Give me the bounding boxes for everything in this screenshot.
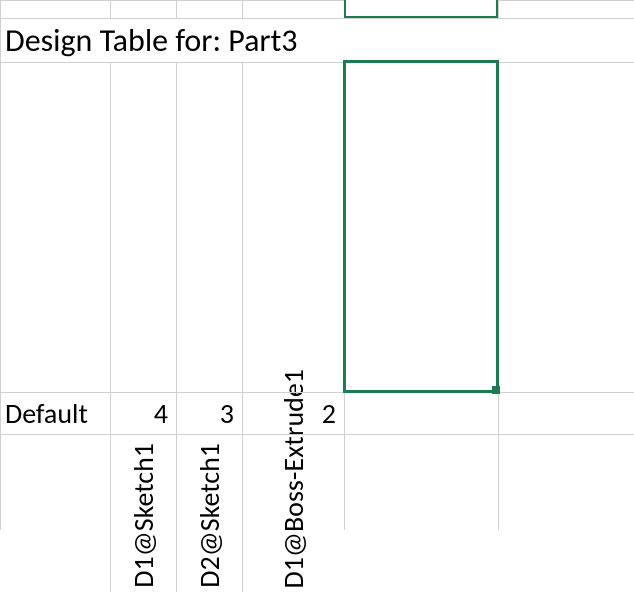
- design-table-title: Design Table for: Part3: [5, 21, 298, 60]
- cell[interactable]: [344, 392, 498, 434]
- selected-cell[interactable]: [344, 62, 498, 392]
- cell[interactable]: [176, 0, 242, 18]
- value-cell[interactable]: 3: [176, 392, 242, 434]
- value: 2: [322, 396, 336, 431]
- cell[interactable]: [242, 434, 344, 530]
- cell[interactable]: [110, 0, 176, 18]
- cell[interactable]: [0, 434, 110, 530]
- cell[interactable]: [498, 434, 634, 530]
- design-table-title-cell[interactable]: Design Table for: Part3: [0, 18, 634, 62]
- cell[interactable]: [498, 0, 634, 18]
- config-name-cell[interactable]: Default: [0, 392, 110, 434]
- value-cell[interactable]: 2: [242, 392, 344, 434]
- spreadsheet-grid[interactable]: Design Table for: Part3 D1@Sketch1 D2@Sk…: [0, 0, 634, 530]
- value: 3: [220, 396, 234, 431]
- cell[interactable]: [498, 62, 634, 392]
- cell[interactable]: [0, 62, 110, 392]
- value: 4: [154, 396, 168, 431]
- cell[interactable]: [498, 392, 634, 434]
- cell[interactable]: [242, 0, 344, 18]
- cell[interactable]: [176, 434, 242, 530]
- cell[interactable]: [0, 0, 110, 18]
- active-cell-top-indicator: [344, 0, 498, 18]
- cell[interactable]: [344, 434, 498, 530]
- cell[interactable]: [110, 434, 176, 530]
- config-name: Default: [5, 396, 88, 431]
- value-cell[interactable]: 4: [110, 392, 176, 434]
